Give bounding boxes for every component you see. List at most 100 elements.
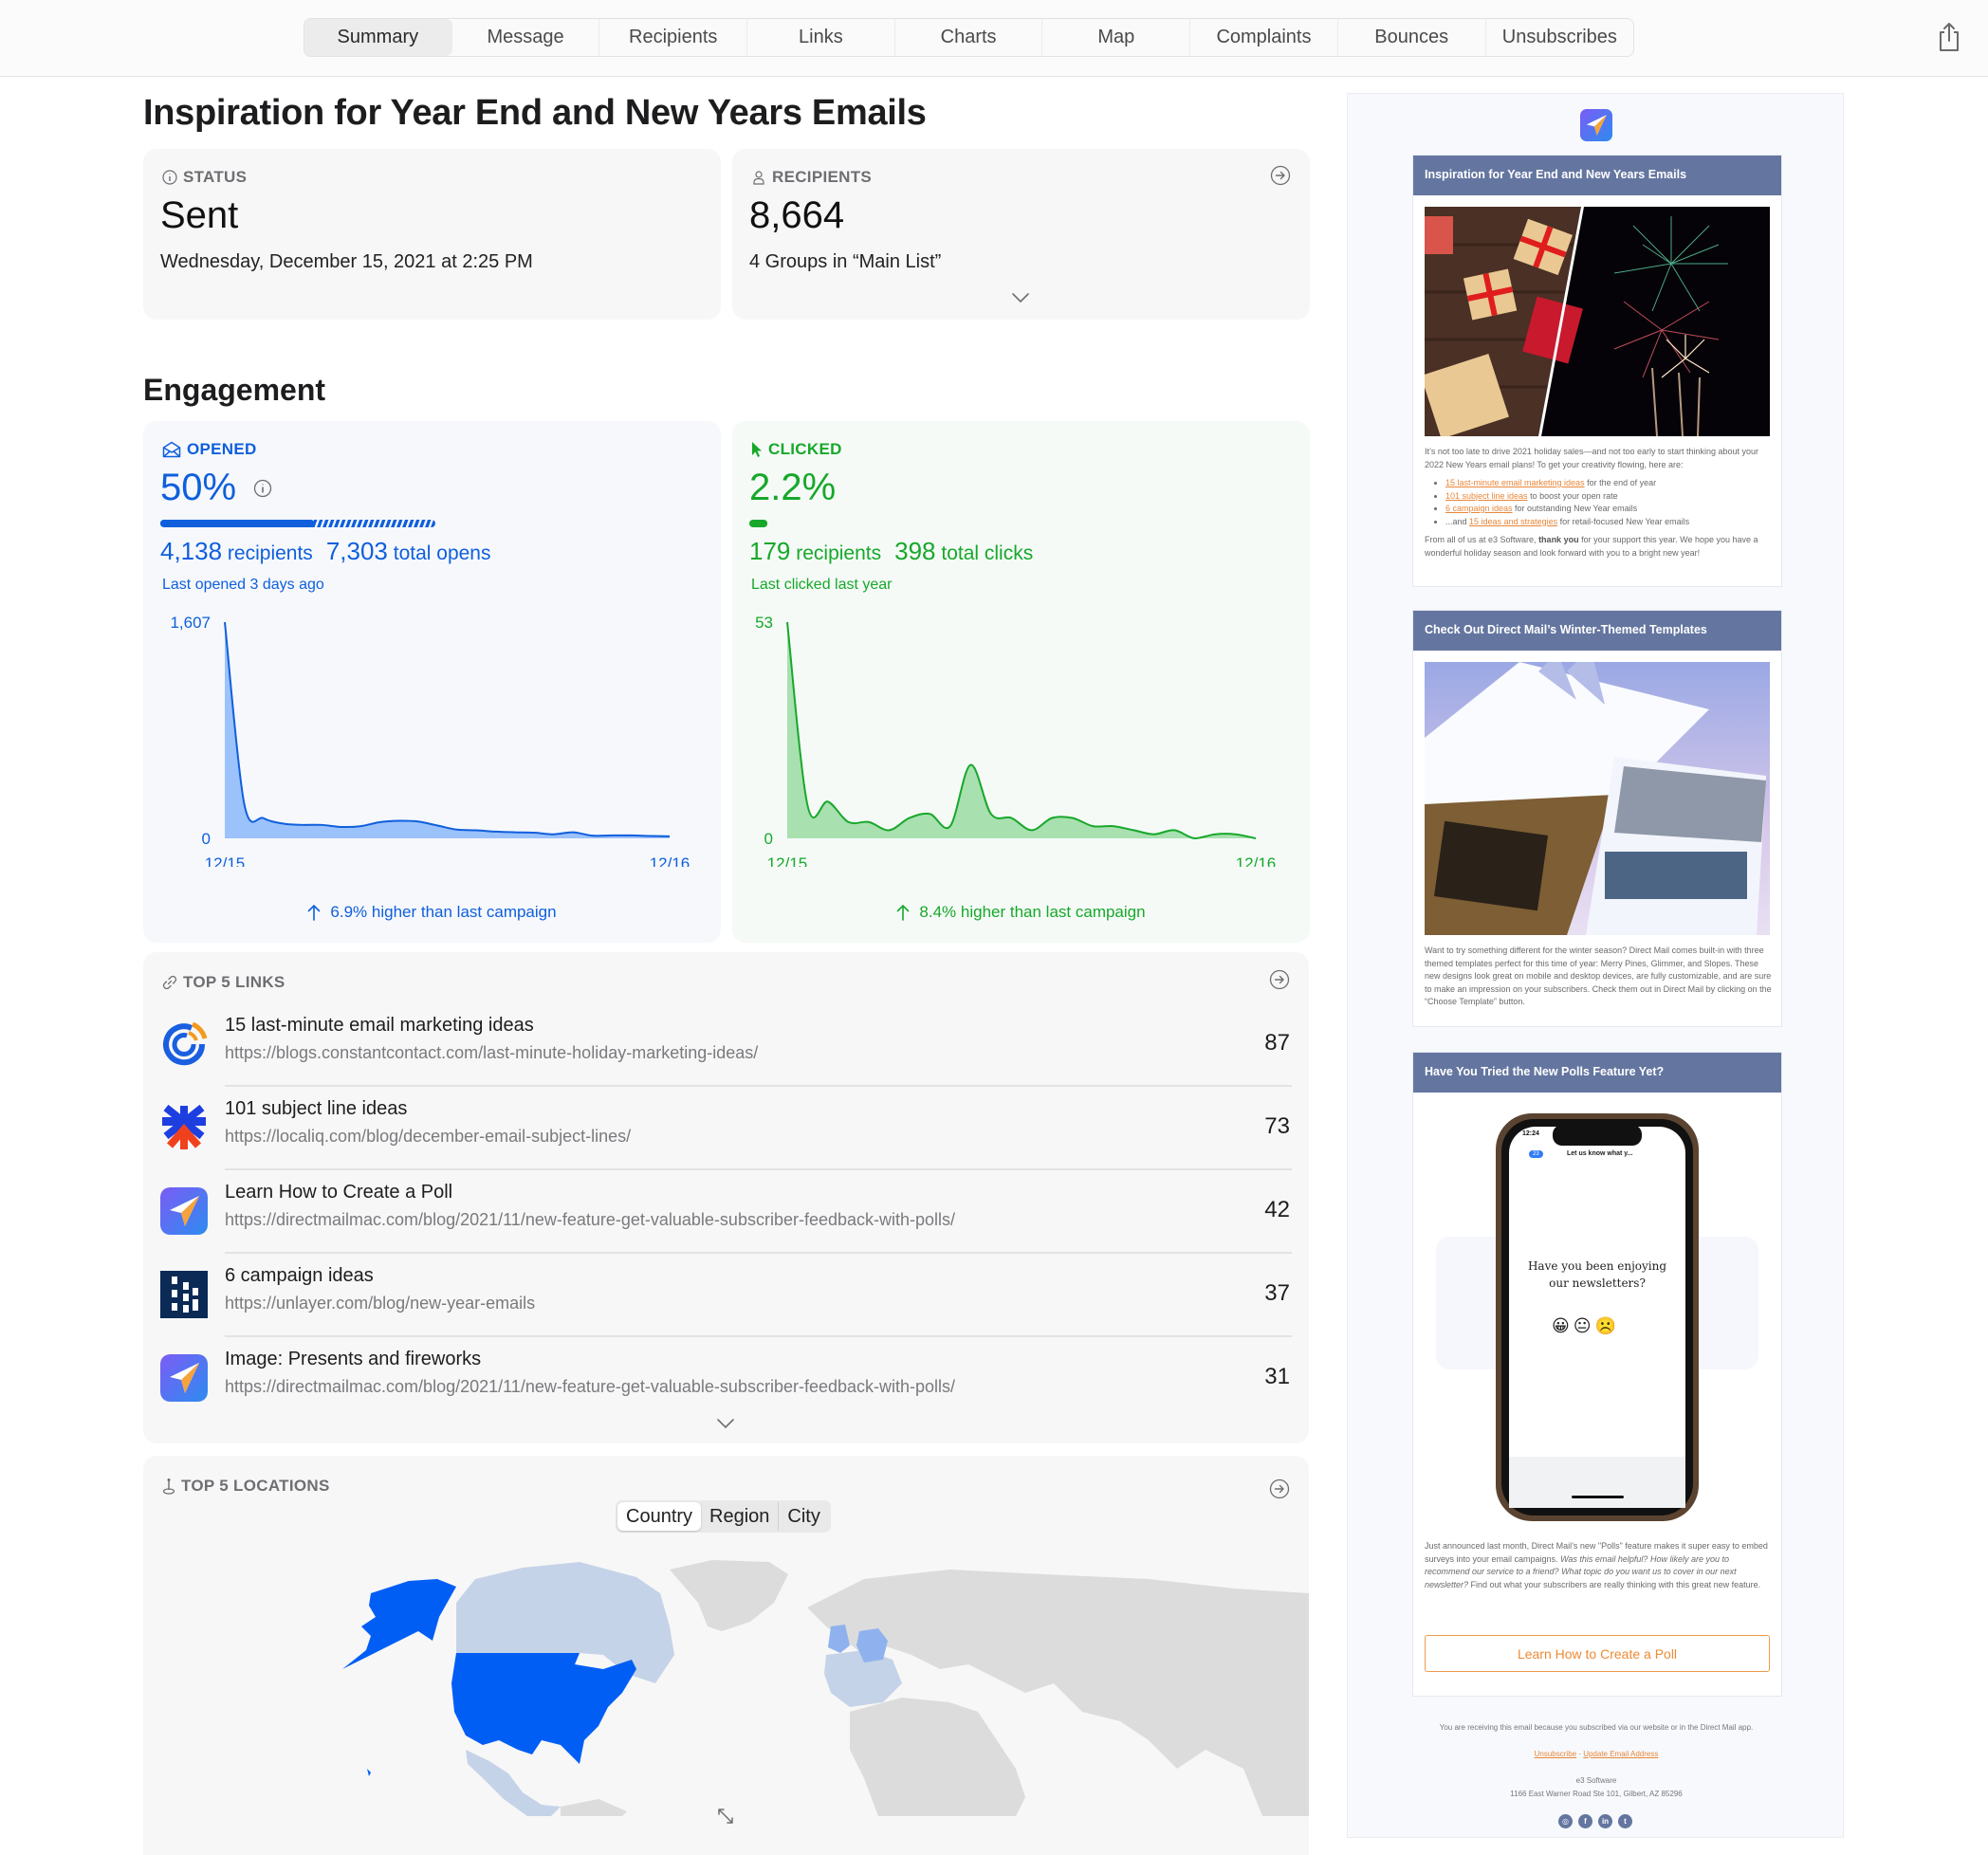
page-title: Inspiration for Year End and New Years E… bbox=[143, 93, 927, 133]
engagement-title: Engagement bbox=[143, 373, 326, 407]
status-card: STATUS Sent Wednesday, December 15, 2021… bbox=[143, 149, 721, 320]
clicks-chart[interactable]: 53012/152:25 PM12/161:25 PM bbox=[732, 601, 1310, 867]
tab-summary[interactable]: Summary bbox=[304, 19, 452, 56]
opened-label-text: OPENED bbox=[187, 440, 257, 458]
link-count: 37 bbox=[1264, 1280, 1290, 1306]
link-url: https://directmailmac.com/blog/2021/11/n… bbox=[225, 1210, 956, 1229]
clicked-bar-fill bbox=[749, 520, 768, 527]
learn-poll-button[interactable]: Learn How to Create a Poll bbox=[1425, 1635, 1770, 1672]
bullet-link[interactable]: 6 campaign ideas bbox=[1445, 504, 1513, 513]
opened-comparison-text: 6.9% higher than last campaign bbox=[330, 903, 557, 921]
constant-contact-icon bbox=[160, 1020, 208, 1068]
tab-recipients[interactable]: Recipients bbox=[599, 19, 748, 56]
y-tick-zero: 0 bbox=[764, 830, 773, 848]
link-title: 15 last-minute email marketing ideas bbox=[225, 1015, 534, 1036]
link-title: 101 subject line ideas bbox=[225, 1098, 408, 1119]
clicked-recipients-count: 179 bbox=[749, 537, 791, 565]
tab-links[interactable]: Links bbox=[747, 19, 895, 56]
bullet-link[interactable]: 101 subject line ideas bbox=[1445, 491, 1528, 501]
map-south-america bbox=[561, 1799, 627, 1816]
direct-mail-icon bbox=[160, 1354, 208, 1402]
map-africa bbox=[850, 1698, 1025, 1816]
bullet-text: for outstanding New Year emails bbox=[1512, 504, 1638, 513]
segment-region[interactable]: Region bbox=[701, 1502, 780, 1531]
tab-bounces[interactable]: Bounces bbox=[1338, 19, 1486, 56]
top-locations-card: TOP 5 LOCATIONS Country Region City bbox=[143, 1456, 1309, 1855]
last-opened: Last opened 3 days ago bbox=[162, 577, 324, 593]
top-links-label: TOP 5 LINKS bbox=[162, 973, 285, 992]
link-row[interactable]: 6 campaign ideas https://unlayer.com/blo… bbox=[143, 1254, 1309, 1337]
cursor-icon bbox=[752, 442, 762, 457]
preview-block-text: Just announced last month, Direct Mail’s… bbox=[1425, 1540, 1772, 1591]
preview-block-text: It’s not too late to drive 2021 holiday … bbox=[1425, 446, 1772, 560]
bullet-prefix: ...and bbox=[1445, 516, 1470, 526]
email-preview[interactable]: Inspiration for Year End and New Years E… bbox=[1347, 93, 1844, 1838]
recipients-value: 8,664 bbox=[749, 194, 845, 236]
opened-percent: 50% bbox=[160, 467, 237, 508]
presents-fireworks-image[interactable] bbox=[1425, 207, 1770, 436]
link-row[interactable]: Image: Presents and fireworks https://di… bbox=[143, 1337, 1309, 1421]
x-tick-start-date: 12/15 bbox=[767, 854, 808, 867]
opened-total-label: total opens bbox=[393, 542, 491, 564]
segment-country[interactable]: Country bbox=[617, 1502, 702, 1531]
chevron-down-icon[interactable] bbox=[1011, 292, 1030, 303]
bullet-link[interactable]: 15 ideas and strategies bbox=[1469, 517, 1557, 526]
map-mexico bbox=[466, 1750, 561, 1816]
link-count: 42 bbox=[1264, 1197, 1290, 1222]
preview-footer-links: Unsubscribe · Update Email Address bbox=[1534, 1750, 1659, 1758]
clicked-progress-bar bbox=[749, 520, 768, 527]
outro-bold: thank you bbox=[1538, 535, 1579, 544]
segment-city[interactable]: City bbox=[779, 1502, 828, 1531]
tab-unsubscribes[interactable]: Unsubscribes bbox=[1486, 19, 1634, 56]
expand-icon[interactable] bbox=[716, 1807, 735, 1826]
recipients-card[interactable]: RECIPIENTS 8,664 4 Groups in “Main List” bbox=[732, 149, 1310, 320]
opened-label: OPENED bbox=[162, 440, 257, 459]
clicked-percent-row: 2.2% bbox=[749, 467, 836, 509]
twitter-icon[interactable]: t bbox=[1618, 1814, 1632, 1828]
open-recipients-icon[interactable] bbox=[1270, 165, 1291, 186]
link-row[interactable]: 15 last-minute email marketing ideas htt… bbox=[143, 1003, 1309, 1087]
link-url: https://unlayer.com/blog/new-year-emails bbox=[225, 1294, 536, 1313]
update-email-link[interactable]: Update Email Address bbox=[1583, 1750, 1658, 1758]
status-label: STATUS bbox=[162, 168, 247, 187]
tab-map[interactable]: Map bbox=[1042, 19, 1191, 56]
arrow-up-icon bbox=[308, 904, 321, 921]
safari-icon[interactable]: ◎ bbox=[1558, 1814, 1573, 1828]
tab-charts[interactable]: Charts bbox=[895, 19, 1043, 56]
preview-footer-company: e3 Software bbox=[1575, 1776, 1617, 1785]
map-hawaii bbox=[367, 1769, 371, 1776]
unsubscribe-link[interactable]: Unsubscribe bbox=[1535, 1750, 1576, 1758]
clicked-card: CLICKED 2.2% 179 recipients 398 total cl… bbox=[732, 421, 1310, 943]
open-locations-icon[interactable] bbox=[1269, 1478, 1290, 1499]
opened-progress-bar bbox=[160, 520, 435, 527]
link-url: https://blogs.constantcontact.com/last-m… bbox=[225, 1043, 759, 1062]
linkedin-icon[interactable]: in bbox=[1598, 1814, 1612, 1828]
pin-icon bbox=[162, 1478, 175, 1495]
ideas-list: 15 last-minute email marketing ideas for… bbox=[1425, 477, 1772, 528]
open-links-icon[interactable] bbox=[1269, 969, 1290, 990]
opens-chart[interactable]: 1,607012/152:25 PM12/161:25 PM bbox=[143, 601, 721, 867]
opened-recipients-label: recipients bbox=[227, 542, 313, 564]
facebook-icon[interactable]: f bbox=[1578, 1814, 1592, 1828]
share-button[interactable] bbox=[1935, 21, 1963, 53]
link-count: 73 bbox=[1264, 1113, 1290, 1139]
world-map[interactable] bbox=[143, 1551, 1309, 1816]
opened-recipients-count: 4,138 bbox=[160, 537, 223, 565]
top-locations-label: TOP 5 LOCATIONS bbox=[162, 1477, 330, 1496]
link-title: Image: Presents and fireworks bbox=[225, 1349, 482, 1369]
emoji-row: 😀😐☹️ bbox=[1552, 1316, 1620, 1335]
tab-complaints[interactable]: Complaints bbox=[1190, 19, 1338, 56]
clicked-total-count: 398 bbox=[894, 537, 936, 565]
bullet-link[interactable]: 15 last-minute email marketing ideas bbox=[1445, 478, 1585, 487]
recipients-label: RECIPIENTS bbox=[751, 168, 872, 187]
phone-badge: 23 bbox=[1529, 1150, 1543, 1158]
preview-block: Have You Tried the New Polls Feature Yet… bbox=[1412, 1052, 1782, 1697]
link-count: 31 bbox=[1264, 1364, 1290, 1389]
link-row[interactable]: 101 subject line ideas https://localiq.c… bbox=[143, 1087, 1309, 1170]
link-row[interactable]: Learn How to Create a Poll https://direc… bbox=[143, 1170, 1309, 1254]
list-item: 15 last-minute email marketing ideas for… bbox=[1445, 477, 1772, 490]
chevron-down-icon[interactable] bbox=[716, 1418, 735, 1429]
info-icon[interactable] bbox=[253, 479, 272, 498]
preview-footer-address: 1166 East Warner Road Ste 101, Gilbert, … bbox=[1510, 1790, 1683, 1798]
tab-message[interactable]: Message bbox=[452, 19, 600, 56]
